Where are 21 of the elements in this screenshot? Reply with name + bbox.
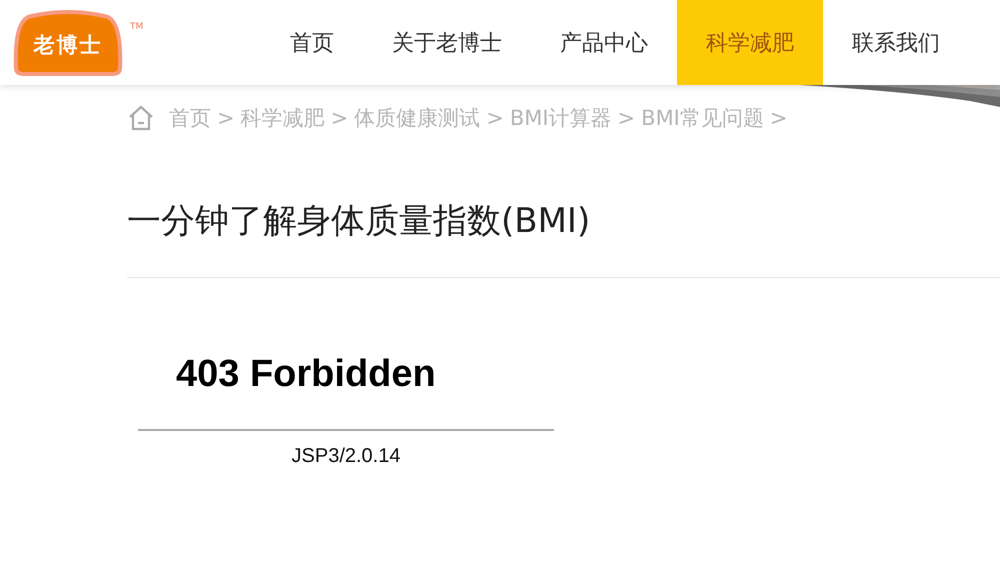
breadcrumb-separator: > [770,106,788,130]
breadcrumb-separator: > [486,106,504,130]
nav-tab[interactable]: 联系我们 [823,0,948,85]
error-heading: 403 Forbidden [176,353,437,396]
breadcrumb-separator: > [217,106,235,130]
page-title: 一分钟了解身体质量指数(BMI) [127,200,592,243]
server-version: JSP3/2.0.14 [290,445,402,468]
breadcrumb-link[interactable]: BMI常见问题 [641,104,764,132]
nav-tab[interactable]: 科学减肥 [677,0,823,85]
breadcrumb-link[interactable]: BMI计算器 [510,104,612,132]
trademark-mark: TM [130,22,144,32]
breadcrumb-link[interactable]: 体质健康测试 [354,104,480,132]
nav-tab[interactable]: 产品中心 [531,0,677,85]
home-icon[interactable] [127,104,155,132]
breadcrumb-link[interactable]: 科学减肥 [240,104,325,132]
nav-tab[interactable]: 关于老博士 [363,0,531,85]
logo-text: 老博士 [32,32,104,59]
nav-tab[interactable]: 首页 [261,0,363,85]
breadcrumb-link[interactable]: 首页 [169,104,211,132]
breadcrumb-separator: > [618,106,636,130]
breadcrumb-separator: > [330,106,348,130]
